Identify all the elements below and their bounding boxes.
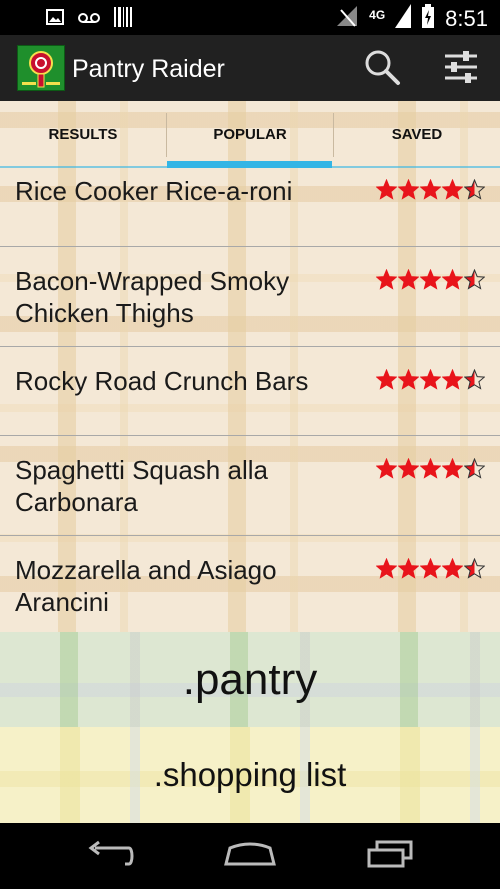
star-half-icon — [464, 369, 485, 390]
list-item[interactable]: Rice Cooker Rice-a-roni — [0, 168, 500, 246]
recipe-list[interactable]: Rice Cooker Rice-a-roni Bacon-Wrapped Sm… — [0, 168, 500, 632]
clock: 8:51 — [445, 5, 488, 31]
star-half-icon — [464, 558, 485, 579]
star-full-icon — [420, 558, 441, 579]
tab-popular[interactable]: POPULAR — [167, 101, 333, 168]
tab-saved[interactable]: SAVED — [334, 101, 500, 168]
action-bar: Pantry Raider — [0, 35, 500, 101]
star-full-icon — [442, 269, 463, 290]
star-full-icon — [376, 179, 397, 200]
tab-results[interactable]: RESULTS — [0, 101, 166, 168]
recipe-name: Spaghetti Squash alla Carbonara — [15, 455, 268, 517]
search-icon — [363, 48, 401, 91]
star-half-icon — [464, 269, 485, 290]
list-item[interactable]: Bacon-Wrapped Smoky Chicken Thighs — [0, 247, 500, 346]
star-full-icon — [376, 269, 397, 290]
star-half-icon — [464, 458, 485, 479]
voicemail-icon — [78, 11, 100, 29]
app-logo-icon[interactable] — [17, 45, 65, 91]
cell-signal-icon — [395, 4, 412, 33]
recipe-name: Rice Cooker Rice-a-roni — [15, 176, 293, 206]
star-full-icon — [398, 369, 419, 390]
star-full-icon — [376, 369, 397, 390]
barcode-icon — [114, 7, 132, 32]
network-type-label: 4G — [369, 7, 386, 22]
star-full-icon — [376, 458, 397, 479]
back-icon — [85, 840, 135, 873]
home-button[interactable] — [220, 833, 280, 879]
app-screen: 4G 8:51 Pantry Raider RESULTS POPULAR SA… — [0, 0, 500, 889]
rating-stars — [376, 458, 485, 479]
star-half-icon — [464, 179, 485, 200]
recipe-name: Bacon-Wrapped Smoky Chicken Thighs — [15, 266, 290, 328]
search-button[interactable] — [362, 49, 402, 89]
recent-apps-icon — [365, 840, 415, 873]
list-item[interactable]: Mozzarella and Asiago Arancini — [0, 536, 500, 632]
star-full-icon — [398, 179, 419, 200]
back-button[interactable] — [80, 833, 140, 879]
star-full-icon — [420, 369, 441, 390]
app-title: Pantry Raider — [72, 55, 225, 83]
star-full-icon — [398, 269, 419, 290]
recipe-name: Rocky Road Crunch Bars — [15, 366, 309, 396]
rating-stars — [376, 558, 485, 579]
rating-stars — [376, 369, 485, 390]
tab-selected-indicator — [167, 161, 332, 168]
image-icon — [46, 9, 64, 30]
settings-button[interactable] — [441, 49, 481, 89]
settings-sliders-icon — [443, 49, 479, 90]
recipe-name: Mozzarella and Asiago Arancini — [15, 555, 277, 617]
star-full-icon — [420, 458, 441, 479]
star-full-icon — [442, 369, 463, 390]
home-icon — [222, 840, 278, 873]
list-item[interactable]: Rocky Road Crunch Bars — [0, 347, 500, 435]
star-full-icon — [442, 558, 463, 579]
recent-apps-button[interactable] — [360, 833, 420, 879]
star-full-icon — [442, 458, 463, 479]
star-full-icon — [398, 558, 419, 579]
star-full-icon — [420, 269, 441, 290]
tab-bar: RESULTS POPULAR SAVED — [0, 101, 500, 168]
battery-icon — [421, 4, 435, 33]
pantry-button[interactable]: .pantry — [0, 632, 500, 727]
shopping-list-button[interactable]: .shopping list — [0, 727, 500, 823]
list-item[interactable]: Spaghetti Squash alla Carbonara — [0, 436, 500, 535]
navigation-bar — [0, 823, 500, 889]
star-full-icon — [442, 179, 463, 200]
rating-stars — [376, 269, 485, 290]
rating-stars — [376, 179, 485, 200]
signal-icon — [335, 4, 359, 33]
status-bar: 4G 8:51 — [0, 0, 500, 35]
star-full-icon — [398, 458, 419, 479]
star-full-icon — [420, 179, 441, 200]
star-full-icon — [376, 558, 397, 579]
